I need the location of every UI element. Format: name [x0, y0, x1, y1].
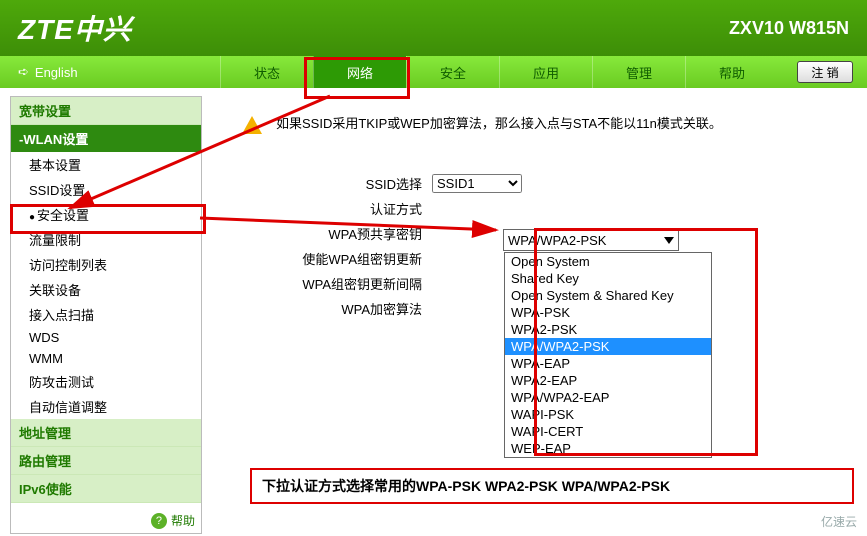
header: ZTE中兴 ZXV10 W815N [0, 0, 867, 56]
model-text: ZXV10 W815N [729, 18, 849, 39]
label-renew: 使能WPA组密钥更新 [242, 249, 422, 268]
item-traffic[interactable]: 流量限制 [11, 227, 201, 252]
opt-wapicert[interactable]: WAPI-CERT [505, 423, 711, 440]
opt-wpa2psk[interactable]: WPA2-PSK [505, 321, 711, 338]
language-switch[interactable]: ➪ English [0, 56, 220, 88]
label-auth: 认证方式 [242, 199, 422, 218]
cat-broadband[interactable]: 宽带设置 [11, 97, 201, 125]
label-algo: WPA加密算法 [242, 299, 422, 318]
tab-status[interactable]: 状态 [220, 56, 313, 88]
opt-open[interactable]: Open System [505, 253, 711, 270]
arrow-right-icon: ➪ [18, 64, 29, 80]
help-label: 帮助 [171, 512, 195, 529]
label-interval: WPA组密钥更新间隔 [242, 274, 422, 293]
cat-address[interactable]: 地址管理 [11, 419, 201, 447]
sidebar: 宽带设置 -WLAN设置 基本设置 SSID设置 安全设置 流量限制 访问控制列… [10, 96, 202, 534]
logout-area: 注 销 [797, 56, 867, 88]
auth-dropdown[interactable]: Open System Shared Key Open System & Sha… [504, 252, 712, 458]
sub-wlan[interactable]: -WLAN设置 [11, 125, 201, 152]
item-assoc[interactable]: 关联设备 [11, 277, 201, 302]
chevron-down-icon [664, 237, 674, 244]
opt-wpawpa2eap[interactable]: WPA/WPA2-EAP [505, 389, 711, 406]
item-wds[interactable]: WDS [11, 327, 201, 348]
opt-wpapsk[interactable]: WPA-PSK [505, 304, 711, 321]
opt-openshared[interactable]: Open System & Shared Key [505, 287, 711, 304]
label-ssid: SSID选择 [242, 174, 422, 193]
tab-security[interactable]: 安全 [406, 56, 499, 88]
item-acl[interactable]: 访问控制列表 [11, 252, 201, 277]
ssid-select[interactable]: SSID1 [432, 174, 522, 193]
warning-icon [242, 116, 262, 134]
opt-wpaeap[interactable]: WPA-EAP [505, 355, 711, 372]
item-channel[interactable]: 自动信道调整 [11, 394, 201, 419]
item-attack[interactable]: 防攻击测试 [11, 369, 201, 394]
tab-app[interactable]: 应用 [499, 56, 592, 88]
item-basic[interactable]: 基本设置 [11, 152, 201, 177]
opt-wpa2eap[interactable]: WPA2-EAP [505, 372, 711, 389]
language-label: English [35, 65, 78, 80]
opt-wepeap[interactable]: WEP-EAP [505, 440, 711, 457]
tab-help[interactable]: 帮助 [685, 56, 778, 88]
question-icon: ? [151, 513, 167, 529]
item-security[interactable]: 安全设置 [11, 202, 201, 227]
tab-manage[interactable]: 管理 [592, 56, 685, 88]
logo: ZTE中兴 [18, 8, 132, 48]
opt-wpawpa2psk[interactable]: WPA/WPA2-PSK [505, 338, 711, 355]
logout-button[interactable]: 注 销 [797, 61, 853, 83]
annotation-note: 下拉认证方式选择常用的WPA-PSK WPA2-PSK WPA/WPA2-PSK [250, 468, 854, 504]
help-link[interactable]: ? 帮助 [151, 512, 195, 529]
nav-row: ➪ English 状态 网络 安全 应用 管理 帮助 注 销 [0, 56, 867, 88]
opt-wapipsk[interactable]: WAPI-PSK [505, 406, 711, 423]
tabs: 状态 网络 安全 应用 管理 帮助 [220, 56, 797, 88]
item-scan[interactable]: 接入点扫描 [11, 302, 201, 327]
auth-value: WPA/WPA2-PSK [508, 233, 606, 248]
item-ssid[interactable]: SSID设置 [11, 177, 201, 202]
alert: 如果SSID采用TKIP或WEP加密算法，那么接入点与STA不能以11n模式关联… [242, 114, 847, 134]
label-psk: WPA预共享密钥 [242, 224, 422, 243]
cat-ipv6[interactable]: IPv6使能 [11, 475, 201, 503]
watermark: 亿速云 [815, 511, 863, 532]
opt-shared[interactable]: Shared Key [505, 270, 711, 287]
cat-route[interactable]: 路由管理 [11, 447, 201, 475]
alert-text: 如果SSID采用TKIP或WEP加密算法，那么接入点与STA不能以11n模式关联… [276, 114, 722, 134]
auth-select[interactable]: WPA/WPA2-PSK [503, 229, 679, 251]
tab-network[interactable]: 网络 [313, 56, 406, 88]
item-wmm[interactable]: WMM [11, 348, 201, 369]
